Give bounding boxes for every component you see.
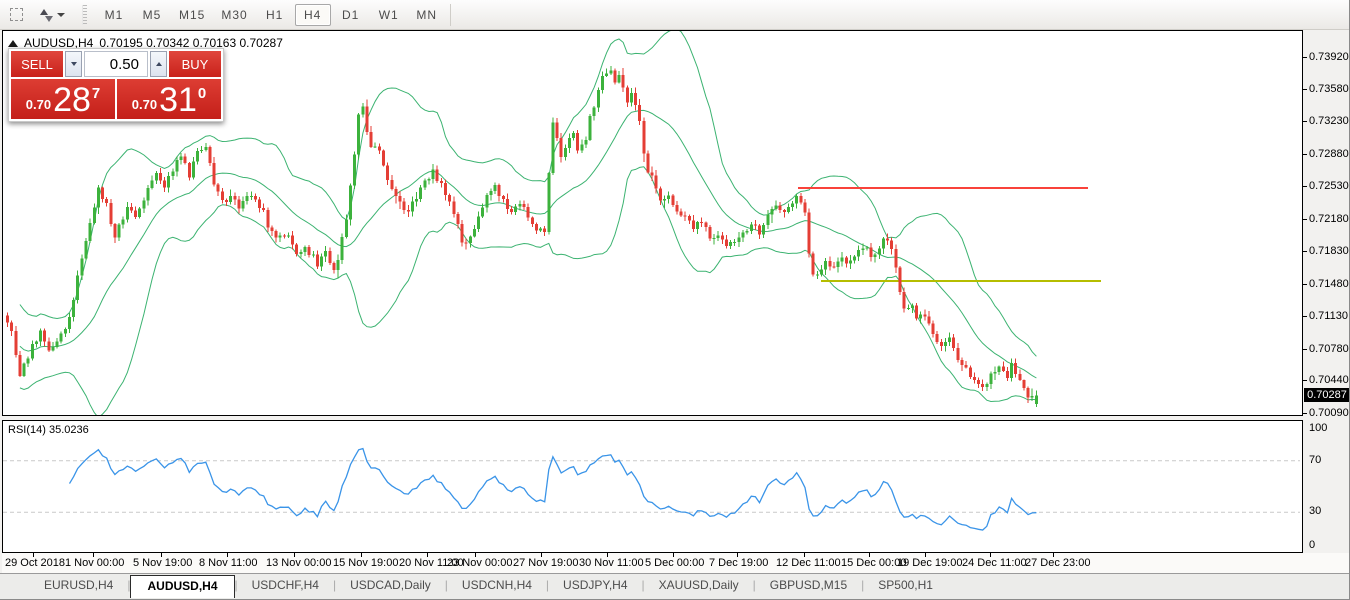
time-axis[interactable]: 29 Oct 20181 Nov 00:00 5 Nov 19:00 8 Nov 1…	[2, 553, 1350, 573]
price-axis-tick	[1303, 380, 1307, 381]
expand-triangle-icon[interactable]	[8, 40, 18, 47]
arrow-up-icon	[156, 62, 162, 66]
selection-tool-button[interactable]	[3, 3, 29, 27]
buy-button[interactable]: BUY	[169, 51, 221, 77]
rsi-value-label: RSI(14) 35.0236	[8, 424, 89, 436]
rsi-axis-label: 70	[1309, 454, 1321, 466]
one-click-trade-panel: SELL 0.50 BUY 0.70 28 7 0.70 31 0	[8, 48, 224, 122]
rsi-indicator-panel[interactable]	[2, 420, 1303, 553]
time-axis-label: 27 Dec 23:00	[1025, 557, 1090, 569]
chart-tab-xauusd-daily[interactable]: XAUUSD,Daily	[645, 575, 753, 595]
buy-price-display[interactable]: 0.70 31 0	[117, 79, 221, 119]
buy-price-big: 31	[159, 84, 197, 116]
sell-price-big: 28	[53, 84, 91, 116]
time-axis-label: 12 Dec 11:00	[776, 557, 841, 569]
chart-tab-usdcad-daily[interactable]: USDCAD,Daily	[336, 575, 445, 595]
price-axis-tick	[1303, 57, 1307, 58]
sell-price-pip: 7	[92, 85, 100, 102]
price-axis-tick	[1303, 413, 1307, 414]
volume-increase-button[interactable]	[150, 51, 167, 77]
top-toolbar: M1M5M15M30H1H4D1W1MN	[0, 0, 1350, 30]
sell-button[interactable]: SELL	[11, 51, 63, 77]
timeframe-button-group: M1M5M15M30H1H4D1W1MN	[95, 4, 446, 26]
toolbar-separator	[450, 4, 451, 26]
price-axis-tick	[1303, 284, 1307, 285]
dropdown-caret-icon	[57, 13, 65, 17]
timeframe-button-m30[interactable]: M30	[214, 4, 254, 26]
timeframe-button-w1[interactable]: W1	[371, 4, 407, 26]
time-axis-label: 27 Nov 19:00	[513, 557, 578, 569]
chart-tab-usdjpy-h4[interactable]: USDJPY,H4	[549, 575, 641, 595]
time-axis-label: 24 Dec 11:00	[962, 557, 1027, 569]
current-price-tag: 0.70287	[1304, 388, 1350, 402]
price-axis-label: 0.72180	[1309, 213, 1349, 225]
chart-tab-eurusd-h4[interactable]: EURUSD,H4	[30, 575, 127, 595]
price-axis-label: 0.72530	[1309, 180, 1349, 192]
price-axis-label: 0.70090	[1309, 407, 1349, 419]
time-axis-label: 29 Oct 2018	[5, 557, 65, 569]
price-axis-label: 0.73920	[1309, 51, 1349, 63]
price-axis-label: 0.73230	[1309, 115, 1349, 127]
time-axis-label: 5 Nov 19:00	[133, 557, 192, 569]
price-axis-tick	[1303, 349, 1307, 350]
rsi-axis-label: 30	[1309, 505, 1321, 517]
price-axis-tick	[1303, 251, 1307, 252]
chart-tab-bar: EURUSD,H4|AUDUSD,H4|USDCHF,H4|USDCAD,Dai…	[0, 573, 1350, 600]
sell-price-display[interactable]: 0.70 28 7	[11, 79, 115, 119]
arrange-arrows-icon	[39, 8, 53, 22]
volume-decrease-button[interactable]	[65, 51, 82, 77]
buy-price-pip: 0	[198, 85, 206, 102]
price-axis-tick	[1303, 186, 1307, 187]
time-axis-label: 23 Nov 00:00	[447, 557, 512, 569]
arrow-down-icon	[71, 62, 77, 66]
time-axis-label: 15 Nov 19:00	[333, 557, 398, 569]
price-axis-tick	[1303, 219, 1307, 220]
price-axis-tick	[1303, 154, 1307, 155]
timeframe-button-h1[interactable]: H1	[257, 4, 293, 26]
time-axis-label: 8 Nov 11:00	[199, 557, 258, 569]
rsi-chart-canvas[interactable]	[3, 421, 1302, 552]
price-axis-label: 0.70440	[1309, 374, 1349, 386]
arrange-charts-button[interactable]	[32, 3, 72, 27]
time-axis-label: 13 Nov 00:00	[266, 557, 331, 569]
chart-tab-audusd-h4[interactable]: AUDUSD,H4	[130, 575, 234, 598]
trading-terminal-window: M1M5M15M30H1H4D1W1MN AUDUSD,H4 0.70195 0…	[0, 0, 1350, 600]
timeframe-button-mn[interactable]: MN	[409, 4, 445, 26]
chart-tab-usdchf-h4[interactable]: USDCHF,H4	[238, 575, 333, 595]
chart-tab-sp500-h1[interactable]: SP500,H1	[864, 575, 947, 595]
price-axis-label: 0.72880	[1309, 148, 1349, 160]
price-axis-label: 0.71130	[1309, 310, 1348, 322]
time-axis-label: 19 Dec 19:00	[897, 557, 962, 569]
sell-price-prefix: 0.70	[26, 97, 51, 112]
rsi-axis: 100 70 30 0	[1303, 420, 1350, 553]
timeframe-button-d1[interactable]: D1	[333, 4, 369, 26]
chart-tab-gbpusd-m15[interactable]: GBPUSD,M15	[756, 575, 861, 595]
price-axis-label: 0.71830	[1309, 245, 1349, 257]
price-axis-label: 0.70780	[1309, 343, 1349, 355]
price-axis-tick	[1303, 121, 1307, 122]
volume-input[interactable]: 0.50	[84, 51, 148, 77]
timeframe-button-m1[interactable]: M1	[96, 4, 132, 26]
time-axis-label: 5 Dec 00:00	[645, 557, 704, 569]
toolbar-grip-handle[interactable]	[82, 5, 87, 25]
buy-price-prefix: 0.70	[132, 97, 157, 112]
price-axis-tick	[1303, 316, 1307, 317]
selection-icon	[10, 8, 23, 21]
time-axis-label: 1 Nov 00:00	[65, 557, 124, 569]
rsi-axis-label: 0	[1309, 539, 1315, 551]
timeframe-button-m15[interactable]: M15	[172, 4, 212, 26]
timeframe-button-m5[interactable]: M5	[134, 4, 170, 26]
price-axis-label: 0.71480	[1309, 278, 1349, 290]
time-axis-label: 30 Nov 11:00	[579, 557, 644, 569]
timeframe-button-h4[interactable]: H4	[295, 4, 331, 26]
rsi-axis-label: 100	[1309, 422, 1327, 434]
time-axis-label: 7 Dec 19:00	[709, 557, 768, 569]
chart-tab-usdcnh-h4[interactable]: USDCNH,H4	[448, 575, 546, 595]
price-axis-label: 0.73580	[1309, 83, 1349, 95]
price-axis-tick	[1303, 89, 1307, 90]
price-axis[interactable]: 0.73920 0.73580 0.73230 0.72880 0.72530 0.721…	[1303, 30, 1350, 416]
